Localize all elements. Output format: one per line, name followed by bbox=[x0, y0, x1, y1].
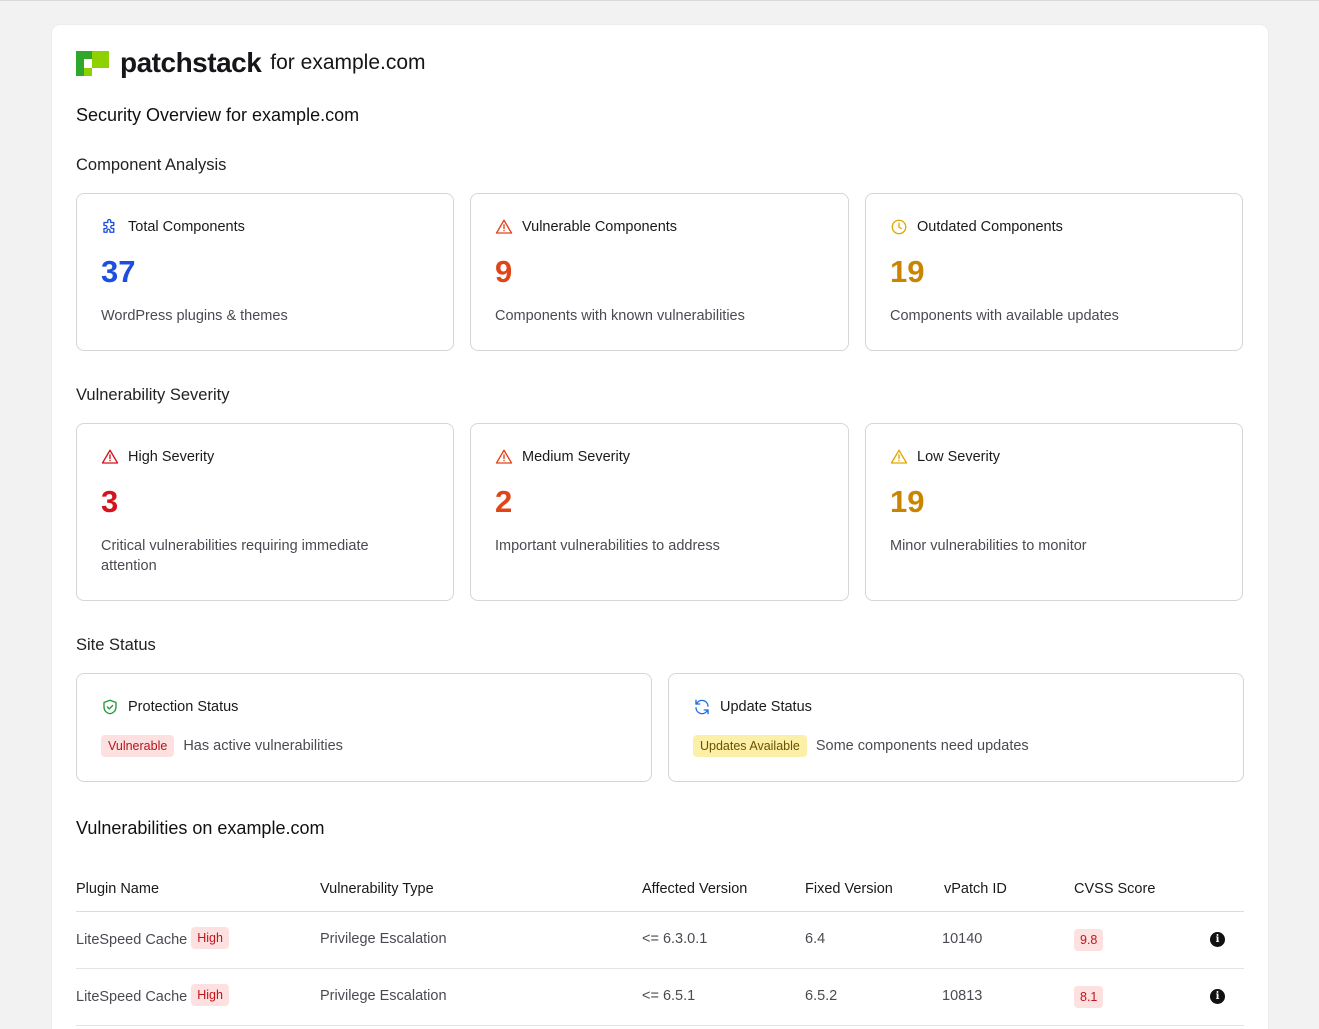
stat-value: 37 bbox=[101, 254, 136, 289]
cell-affected-version: <= 6.5.1 bbox=[642, 988, 696, 1004]
stat-description: Critical vulnerabilities requiring immed… bbox=[101, 538, 369, 574]
severity-badge: High bbox=[191, 984, 229, 1006]
column-header-cvss-score[interactable]: CVSS Score bbox=[1074, 881, 1155, 897]
report-panel: patchstack for example.com Security Over… bbox=[52, 25, 1268, 1029]
warning-triangle-icon bbox=[890, 449, 908, 464]
cell-vpatch-id: 10813 bbox=[942, 988, 983, 1004]
card-low-severity: Low Severity 19 Minor vulnerabilities to… bbox=[865, 423, 1243, 601]
plugin-name: LiteSpeed Cache bbox=[76, 932, 188, 948]
card-protection-status: Protection Status Vulnerable Has active … bbox=[76, 673, 652, 782]
card-medium-severity: Medium Severity 2 Important vulnerabilit… bbox=[470, 423, 849, 601]
vulnerabilities-title: Vulnerabilities on example.com bbox=[76, 818, 325, 838]
stat-value: 19 bbox=[890, 484, 925, 519]
section-title-vulnerability-severity: Vulnerability Severity bbox=[76, 386, 230, 404]
cell-fixed-version: 6.5.2 bbox=[805, 988, 838, 1004]
stat-description: Components with available updates bbox=[890, 308, 1119, 324]
vulnerabilities-table: Plugin Name Vulnerability Type Affected … bbox=[76, 870, 1244, 1026]
cell-fixed-version: 6.4 bbox=[805, 931, 826, 947]
stat-label: Total Components bbox=[128, 219, 245, 235]
cell-vulnerability-type: Privilege Escalation bbox=[320, 988, 447, 1004]
warning-triangle-icon bbox=[495, 219, 513, 234]
card-high-severity: High Severity 3 Critical vulnerabilities… bbox=[76, 423, 454, 601]
stat-description: Components with known vulnerabilities bbox=[495, 308, 745, 324]
stat-label: Medium Severity bbox=[522, 449, 630, 465]
cell-affected-version: <= 6.3.0.1 bbox=[642, 931, 708, 947]
stat-label: Low Severity bbox=[917, 449, 1001, 465]
shield-check-icon bbox=[103, 699, 117, 715]
cell-cvss-score: 8.1 bbox=[1074, 986, 1104, 1008]
table-row: LiteSpeed Cache High Privilege Escalatio… bbox=[76, 969, 1244, 1026]
card-total-components: Total Components 37 WordPress plugins & … bbox=[76, 193, 454, 351]
cell-plugin-name: LiteSpeed Cache High bbox=[76, 927, 229, 949]
warning-triangle-icon bbox=[101, 449, 119, 464]
stat-value: 9 bbox=[495, 254, 513, 289]
section-title-site-status: Site Status bbox=[76, 636, 156, 654]
clock-icon bbox=[891, 219, 907, 235]
status-label: Protection Status bbox=[128, 699, 239, 715]
status-badge-updates-available: Updates Available bbox=[693, 735, 807, 757]
stat-description: Minor vulnerabilities to monitor bbox=[890, 538, 1087, 554]
plugin-name: LiteSpeed Cache bbox=[76, 989, 188, 1005]
column-header-fixed-version[interactable]: Fixed Version bbox=[805, 881, 893, 897]
column-header-vulnerability-type[interactable]: Vulnerability Type bbox=[320, 881, 434, 897]
stat-label: Vulnerable Components bbox=[522, 219, 678, 235]
card-update-status: Update Status Updates Available Some com… bbox=[668, 673, 1244, 782]
warning-triangle-icon bbox=[495, 449, 513, 464]
cvss-score-badge: 8.1 bbox=[1074, 986, 1104, 1008]
window-top-border bbox=[0, 0, 1319, 1]
puzzle-icon bbox=[103, 218, 115, 233]
info-icon[interactable]: i bbox=[1210, 989, 1225, 1004]
cell-plugin-name: LiteSpeed Cache High bbox=[76, 984, 229, 1006]
cell-cvss-score: 9.8 bbox=[1074, 929, 1104, 951]
brand-wordmark: patchstack bbox=[120, 47, 262, 78]
stat-value: 3 bbox=[101, 484, 119, 519]
stat-description: Important vulnerabilities to address bbox=[495, 538, 720, 554]
card-outdated-components: Outdated Components 19 Components with a… bbox=[865, 193, 1243, 351]
section-title-component-analysis: Component Analysis bbox=[76, 156, 227, 174]
table-header: Plugin Name Vulnerability Type Affected … bbox=[76, 870, 1244, 912]
stat-label: High Severity bbox=[128, 449, 215, 465]
stat-value: 19 bbox=[890, 254, 925, 289]
status-text: Some components need updates bbox=[815, 738, 1029, 754]
brand-logo: patchstack for example.com bbox=[76, 47, 426, 78]
info-icon[interactable]: i bbox=[1210, 932, 1225, 947]
card-vulnerable-components: Vulnerable Components 9 Components with … bbox=[470, 193, 849, 351]
status-label: Update Status bbox=[720, 699, 812, 715]
stat-label: Outdated Components bbox=[917, 219, 1063, 235]
status-badge-vulnerable: Vulnerable bbox=[101, 735, 175, 757]
refresh-icon bbox=[695, 699, 709, 715]
cell-vulnerability-type: Privilege Escalation bbox=[320, 931, 447, 947]
stat-description: WordPress plugins & themes bbox=[101, 308, 288, 324]
patchstack-logo-mark bbox=[76, 50, 109, 76]
column-header-vpatch-id[interactable]: vPatch ID bbox=[944, 881, 1007, 897]
cell-vpatch-id: 10140 bbox=[942, 931, 983, 947]
page-title: Security Overview for example.com bbox=[76, 105, 360, 125]
table-row: LiteSpeed Cache High Privilege Escalatio… bbox=[76, 912, 1244, 969]
cvss-score-badge: 9.8 bbox=[1074, 929, 1104, 951]
brand-domain: for example.com bbox=[270, 51, 426, 74]
severity-badge: High bbox=[191, 927, 229, 949]
status-text: Has active vulnerabilities bbox=[183, 738, 343, 754]
column-header-affected-version[interactable]: Affected Version bbox=[642, 881, 747, 897]
stat-value: 2 bbox=[495, 484, 513, 519]
column-header-plugin-name[interactable]: Plugin Name bbox=[76, 881, 159, 897]
